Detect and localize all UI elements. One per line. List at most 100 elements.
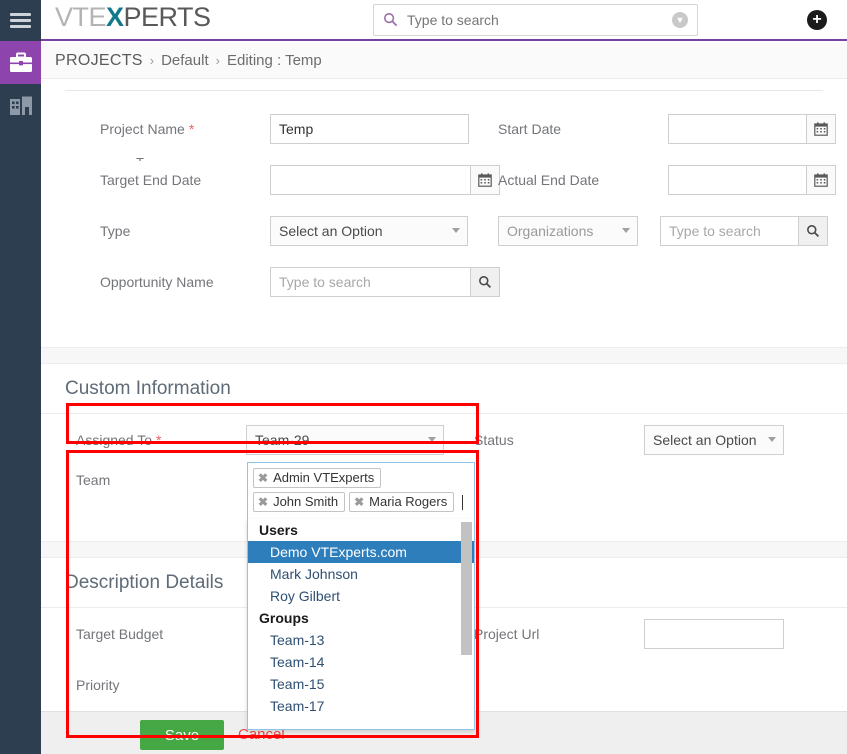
- team-tag[interactable]: ✖ John Smith: [253, 492, 346, 512]
- hamburger-menu-icon: [10, 10, 31, 31]
- global-search-box[interactable]: ▼: [373, 4, 698, 36]
- team-multiselect-input[interactable]: ✖ Admin VTExperts ✖ John Smith ✖ Maria R…: [247, 462, 475, 520]
- sidebar-item-organizations[interactable]: [0, 84, 41, 127]
- project-name-input[interactable]: [270, 113, 469, 144]
- form-row-assigned-to: Assigned To * Team-29 Status Select an Op…: [41, 414, 847, 465]
- remove-tag-icon[interactable]: ✖: [354, 495, 364, 509]
- breadcrumb-action: Editing : Temp: [226, 52, 322, 69]
- hamburger-menu-button[interactable]: [0, 0, 41, 41]
- calendar-icon-button[interactable]: [806, 113, 836, 144]
- field-type: Type Select an Option: [65, 215, 468, 246]
- team-tag-label: John Smith: [273, 494, 339, 509]
- status-select[interactable]: Select an Option: [644, 424, 784, 455]
- option-group-header-groups: Groups: [259, 610, 309, 626]
- opportunity-name-input[interactable]: [270, 266, 470, 297]
- field-opportunity-name: Opportunity Name: [65, 266, 500, 297]
- custom-information-title: Custom Information: [41, 364, 847, 414]
- target-end-date-group: [270, 164, 500, 195]
- plus-circle-icon[interactable]: +: [807, 10, 827, 30]
- basic-info-panel: Project Name* Start Date: [41, 90, 847, 347]
- sidebar-item-projects[interactable]: [0, 41, 41, 84]
- start-date-group: [668, 113, 836, 144]
- field-project-url: Project Url: [444, 618, 847, 649]
- team-tag-label: Maria Rogers: [369, 494, 448, 509]
- chevron-down-circle-icon[interactable]: ▼: [672, 12, 688, 28]
- field-label: Type: [100, 222, 131, 239]
- calendar-icon: [814, 121, 828, 136]
- option-team-13[interactable]: Team-13: [248, 629, 474, 651]
- search-icon-button[interactable]: [470, 266, 500, 297]
- assigned-to-value: Team-29: [255, 431, 310, 448]
- logo-text-part1: VTE: [55, 2, 107, 32]
- team-tag[interactable]: ✖ Admin VTExperts: [253, 468, 382, 488]
- field-label: Actual End Date: [498, 171, 600, 188]
- team-tag-label: Admin VTExperts: [273, 470, 375, 485]
- chevron-down-icon: [452, 227, 460, 233]
- breadcrumb-module[interactable]: PROJECTS: [55, 52, 143, 70]
- type-select-value: Select an Option: [279, 222, 383, 239]
- search-icon: [383, 12, 398, 27]
- breadcrumb-separator: ›: [149, 53, 155, 68]
- dropdown-scrollbar-thumb[interactable]: [461, 522, 472, 655]
- status-value: Select an Option: [653, 431, 757, 448]
- assigned-to-select[interactable]: Team-29: [246, 424, 444, 455]
- remove-tag-icon[interactable]: ✖: [258, 471, 268, 485]
- field-label: Project Name *: [100, 120, 195, 137]
- actual-end-date-group: [668, 164, 836, 195]
- breadcrumb-view[interactable]: Default: [161, 52, 209, 69]
- form-row-type: Type Select an Option Organizations: [65, 205, 828, 256]
- search-icon: [479, 275, 492, 288]
- logo-text-part2: PERTS: [123, 2, 212, 32]
- field-label: Team: [76, 472, 111, 488]
- field-label: Target Budget: [76, 625, 164, 642]
- field-label: Opportunity Name: [100, 273, 214, 290]
- option-team-17[interactable]: Team-17: [248, 695, 474, 717]
- field-target-end-date: Target End Date: [65, 164, 500, 195]
- field-related-module: Organizations: [468, 215, 828, 246]
- remove-tag-icon[interactable]: ✖: [258, 495, 268, 509]
- option-team-14[interactable]: Team-14: [248, 651, 474, 673]
- type-select[interactable]: Select an Option: [270, 215, 468, 246]
- breadcrumb-separator-2: ›: [215, 53, 220, 68]
- module-select[interactable]: Organizations: [498, 215, 638, 246]
- option-mark-johnson[interactable]: Mark Johnson: [248, 563, 474, 585]
- option-roy-gilbert[interactable]: Roy Gilbert: [248, 585, 474, 607]
- form-row-end-dates: Target End Date Actual End Date: [65, 154, 836, 205]
- save-button[interactable]: Save: [140, 720, 224, 750]
- team-tag[interactable]: ✖ Maria Rogers: [349, 492, 455, 512]
- chevron-down-icon: [768, 436, 776, 442]
- search-icon: [807, 224, 820, 237]
- module-search-input[interactable]: [660, 215, 798, 246]
- module-select-value: Organizations: [507, 222, 594, 239]
- top-header: VTEXPERTS ▼ +: [41, 0, 847, 41]
- option-team-15[interactable]: Team-15: [248, 673, 474, 695]
- search-input[interactable]: [405, 5, 655, 35]
- form-row-project-name: Project Name* Start Date: [65, 103, 836, 154]
- field-label: Target End Date: [100, 171, 202, 188]
- required-asterisk: *: [156, 431, 162, 448]
- actual-end-date-input[interactable]: [668, 164, 806, 195]
- field-label: Assigned To *: [76, 431, 162, 448]
- chevron-down-icon: [622, 227, 630, 233]
- target-end-date-input[interactable]: [270, 164, 470, 195]
- calendar-icon-button[interactable]: [806, 164, 836, 195]
- divider: [65, 90, 823, 91]
- team-options-dropdown[interactable]: Users Demo VTExperts.com Mark Johnson Ro…: [247, 519, 475, 730]
- vtexperts-logo[interactable]: VTEXPERTS: [55, 2, 211, 33]
- field-start-date: Start Date: [468, 113, 836, 144]
- start-date-input[interactable]: [668, 113, 806, 144]
- logo-text-x: X: [106, 2, 124, 32]
- form-row-opportunity: Opportunity Name: [65, 256, 823, 307]
- field-label: Priority: [76, 676, 120, 693]
- search-icon-button[interactable]: [798, 215, 828, 246]
- option-demo-vtexperts[interactable]: Demo VTExperts.com: [248, 541, 474, 563]
- chevron-down-icon: [428, 436, 436, 442]
- project-url-input[interactable]: [644, 618, 784, 649]
- field-actual-end-date: Actual End Date: [468, 164, 836, 195]
- cut-off-label: T: [136, 155, 144, 161]
- field-label: Start Date: [498, 120, 562, 137]
- required-asterisk: *: [188, 120, 195, 137]
- option-group-header-users: Users: [259, 522, 298, 538]
- section-separator-band: [41, 347, 847, 364]
- opportunity-search-group: [270, 266, 500, 297]
